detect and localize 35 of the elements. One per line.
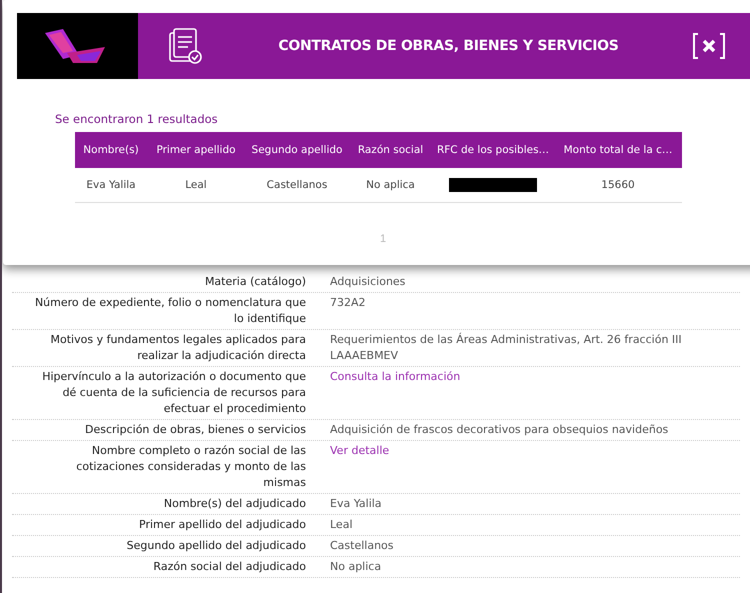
column-header: Razón social xyxy=(349,132,432,168)
field-label: Nombre completo o razón social de las cotizaciones consideradas y monto de las mismas xyxy=(75,443,306,491)
field-value: Leal xyxy=(330,517,354,533)
column-header: Nombre(s) xyxy=(75,132,147,168)
close-button[interactable] xyxy=(693,33,725,59)
link[interactable]: Consulta la información xyxy=(330,369,460,417)
modal-title: CONTRATOS DE OBRAS, BIENES Y SERVICIOS xyxy=(277,38,620,54)
field-label: Descripción de obras, bienes o servicios xyxy=(84,422,306,438)
field-value: Requerimientos de las Áreas Administrativas, Art. 26 fracción III LAAAEBMEV xyxy=(330,332,683,364)
column-header: Monto total de la c… xyxy=(554,132,682,168)
field-value: No aplica xyxy=(330,559,382,575)
field-label: Segundo apellido del adjudicado xyxy=(126,538,306,554)
column-header: Segundo apellido xyxy=(245,132,349,168)
table-cell: No aplica xyxy=(349,168,432,202)
field-label: Hipervínculo a la autorización o documento que dé cuenta de la suficiencia de recursos para efectuar el procedimiento xyxy=(41,369,306,417)
field-value: Adquisición de frascos decorativos para obsequios navideños xyxy=(330,422,670,438)
table-cell: Castellanos xyxy=(245,168,349,202)
field-label: Materia (catálogo) xyxy=(204,274,306,290)
field-label: Primer apellido del adjudicado xyxy=(138,517,306,533)
field-value: Adquisiciones xyxy=(330,274,406,290)
clipboard-icon xyxy=(166,27,204,65)
table-cell: Leal xyxy=(147,168,245,202)
results-count: Se encontraron 1 resultados xyxy=(55,112,219,126)
table-cell: 15660 xyxy=(554,168,682,202)
field-value: 732A2 xyxy=(330,295,367,311)
field-label: Número de expediente, folio o nomenclatura que lo identifique xyxy=(34,295,306,327)
table-cell: Eva Yalila xyxy=(75,168,147,202)
field-label: Razón social del adjudicado xyxy=(152,559,306,575)
field-value: Eva Yalila xyxy=(330,496,383,512)
column-header: Primer apellido xyxy=(147,132,245,168)
link[interactable]: Ver detalle xyxy=(330,443,390,491)
column-header: RFC de los posibles… xyxy=(432,132,554,168)
field-label: Nombre(s) del adjudicado xyxy=(162,496,306,512)
field-value: Castellanos xyxy=(330,538,395,554)
field-label: Motivos y fundamentos legales aplicados para realizar la adjudicación directa xyxy=(50,332,306,364)
